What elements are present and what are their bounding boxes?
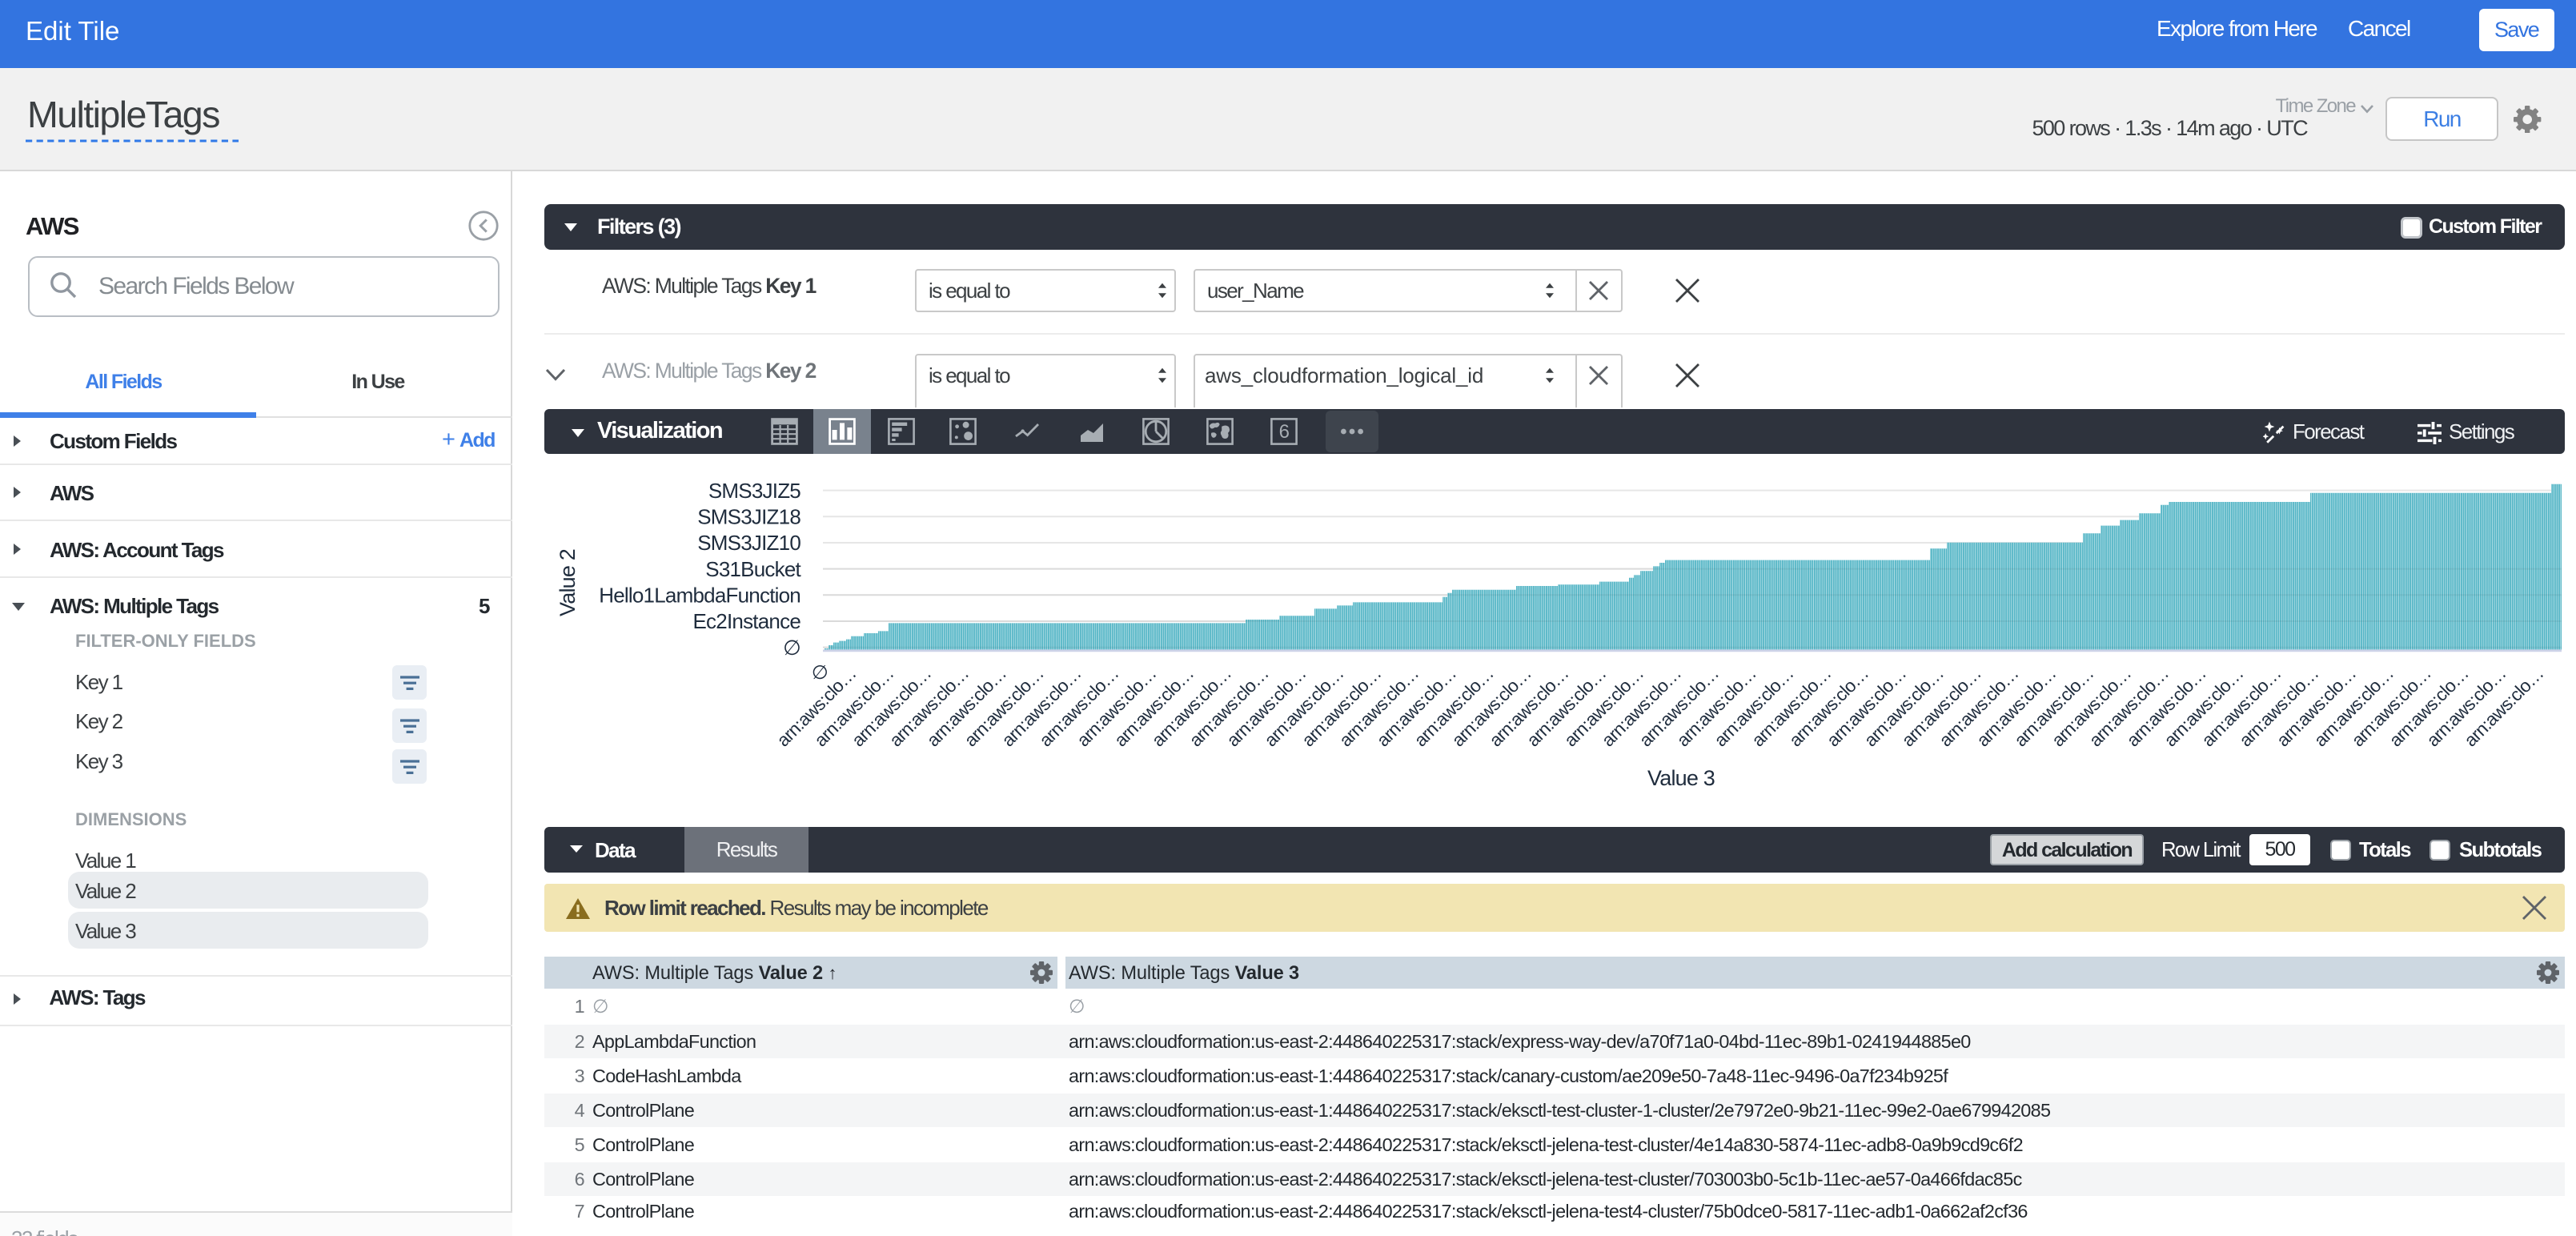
svg-text:Value 3: Value 3 — [1647, 766, 1715, 790]
svg-text:Value 2: Value 2 — [556, 549, 580, 616]
svg-text:S31Bucket: S31Bucket — [705, 557, 801, 581]
svg-text:SMS3JIZ10: SMS3JIZ10 — [697, 531, 800, 555]
svg-text:SMS3JIZ5: SMS3JIZ5 — [708, 479, 800, 503]
svg-text:Hello1LambdaFunction: Hello1LambdaFunction — [599, 583, 800, 607]
svg-text:Ec2Instance: Ec2Instance — [692, 609, 800, 633]
svg-text:SMS3JIZ18: SMS3JIZ18 — [697, 504, 800, 528]
svg-text:∅: ∅ — [783, 636, 800, 660]
svg-text:∅: ∅ — [812, 662, 828, 684]
